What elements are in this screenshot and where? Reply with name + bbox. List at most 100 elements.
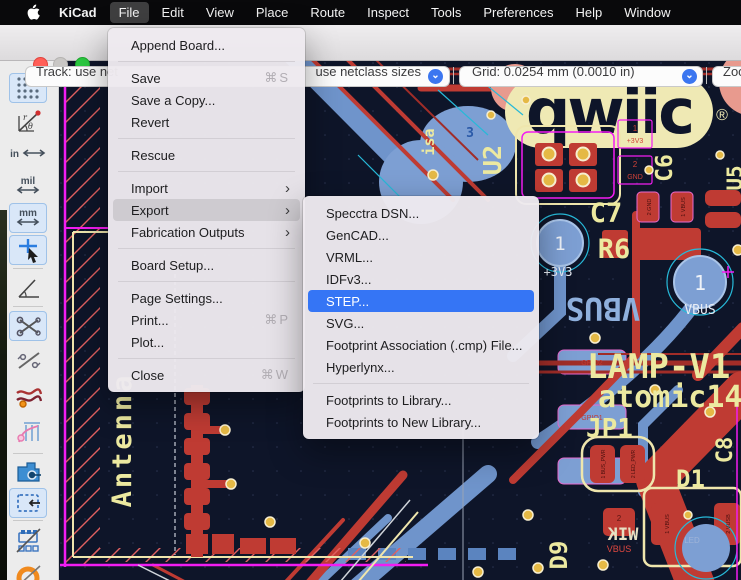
- svg-text:isa: isa: [420, 128, 438, 155]
- menubar-item-preferences[interactable]: Preferences: [474, 2, 562, 23]
- menubar-item-tools[interactable]: Tools: [422, 2, 470, 23]
- menu-item-specctra-dsn[interactable]: Specctra DSN...: [308, 202, 534, 224]
- menu-item-append-board[interactable]: Append Board...: [113, 34, 300, 56]
- menubar-item-place[interactable]: Place: [247, 2, 298, 23]
- svg-text:JP1: JP1: [586, 414, 633, 444]
- cursor-crosshair-icon[interactable]: [9, 235, 47, 265]
- units-mm-icon[interactable]: mm: [9, 203, 47, 233]
- svg-text:3: 3: [466, 126, 474, 141]
- draw-sheet-icon[interactable]: [9, 488, 47, 518]
- submenu-arrow-icon: ›: [285, 203, 290, 218]
- highlight-net-icon[interactable]: [9, 558, 47, 580]
- menu-item-svg[interactable]: SVG...: [308, 312, 534, 334]
- angle-measure-icon[interactable]: [9, 272, 47, 302]
- zoom-select[interactable]: Zoom: [712, 66, 741, 87]
- svg-text:atomic14: atomic14: [598, 380, 741, 415]
- menubar-item-kicad[interactable]: KiCad: [50, 2, 106, 23]
- menu-item-export[interactable]: Export›: [113, 199, 300, 221]
- menubar-item-help[interactable]: Help: [566, 2, 611, 23]
- trim-tracks-icon[interactable]: [9, 311, 47, 341]
- kicad-window: qwiic ® 1 +3V3 2 GND: [0, 0, 741, 580]
- svg-text:D9: D9: [545, 541, 573, 570]
- left-toolbar: r θ in mil mm: [0, 60, 59, 580]
- menubar-item-route[interactable]: Route: [301, 2, 354, 23]
- menubar-item-edit[interactable]: Edit: [153, 2, 193, 23]
- menu-item-hyperlynx[interactable]: Hyperlynx...: [308, 356, 534, 378]
- svg-text:2: 2: [633, 160, 638, 169]
- svg-text:2 LED_PWR: 2 LED_PWR: [631, 449, 637, 478]
- svg-text:θ: θ: [28, 122, 33, 131]
- menu-item-save[interactable]: Save⌘S: [113, 67, 300, 89]
- menu-item-revert[interactable]: Revert: [113, 111, 300, 133]
- zoom-label: Zoom: [723, 66, 741, 79]
- polar-coords-icon[interactable]: r θ: [9, 106, 47, 136]
- svg-text:WIK: WIK: [607, 525, 638, 545]
- svg-text:+3V3: +3V3: [544, 265, 573, 279]
- menubar: KiCad File Edit View Place Route Inspect…: [0, 0, 741, 25]
- svg-text:LED: LED: [684, 536, 700, 545]
- netclass-label: use netclass sizes: [316, 66, 422, 79]
- menubar-item-view[interactable]: View: [197, 2, 243, 23]
- units-mils-icon[interactable]: mil: [9, 171, 47, 201]
- svg-text:1 VBUS: 1 VBUS: [681, 197, 687, 217]
- submenu-arrow-icon: ›: [285, 181, 290, 196]
- svg-text:1: 1: [694, 271, 706, 295]
- svg-text:U2: U2: [478, 145, 507, 175]
- chevron-down-icon[interactable]: ⌄: [428, 69, 443, 84]
- svg-text:+3V3: +3V3: [627, 138, 644, 145]
- svg-text:C8: C8: [713, 437, 738, 464]
- svg-text:D1: D1: [676, 465, 705, 493]
- svg-text:VBUS: VBUS: [607, 544, 632, 554]
- svg-text:VBUS: VBUS: [566, 290, 641, 326]
- svg-text:VBUS: VBUS: [684, 303, 715, 318]
- svg-text:2: 2: [617, 514, 622, 523]
- grid-select[interactable]: Grid: 0.0254 mm (0.0010 in) ⌄: [459, 66, 703, 87]
- menu-item-step[interactable]: STEP...: [308, 290, 534, 312]
- svg-text:1 BUS_PWR: 1 BUS_PWR: [601, 449, 607, 478]
- menu-item-footprints-to-library[interactable]: Footprints to Library...: [308, 389, 534, 411]
- menu-item-import[interactable]: Import›: [113, 177, 300, 199]
- svg-text:1: 1: [554, 233, 565, 255]
- menu-item-gencad[interactable]: GenCAD...: [308, 224, 534, 246]
- delete-track-icon[interactable]: [9, 345, 47, 375]
- show-ratsnest-icon[interactable]: [9, 382, 47, 412]
- curved-ratsnest-icon[interactable]: [9, 417, 47, 447]
- hide-footprints-icon[interactable]: [9, 525, 47, 555]
- svg-text:2 VUSB: 2 VUSB: [726, 514, 732, 534]
- menu-item-save-a-copy[interactable]: Save a Copy...: [113, 89, 300, 111]
- file-menu: Append Board... Save⌘S Save a Copy... Re…: [108, 28, 305, 392]
- svg-text:2 GND: 2 GND: [647, 199, 653, 216]
- svg-text:GND: GND: [627, 174, 643, 181]
- menu-item-rescue[interactable]: Rescue: [113, 144, 300, 166]
- menubar-item-inspect[interactable]: Inspect: [358, 2, 418, 23]
- menu-item-footprint-association[interactable]: Footprint Association (.cmp) File...: [308, 334, 534, 356]
- menubar-item-file[interactable]: File: [110, 2, 149, 23]
- menu-item-plot[interactable]: Plot...: [113, 331, 300, 353]
- chevron-down-icon[interactable]: ⌄: [682, 69, 697, 84]
- svg-text:®: ®: [716, 107, 728, 124]
- menu-item-board-setup[interactable]: Board Setup...: [113, 254, 300, 276]
- svg-text:1 VBUS: 1 VBUS: [665, 514, 671, 534]
- menu-item-fabrication-outputs[interactable]: Fabrication Outputs›: [113, 221, 300, 243]
- svg-text:r: r: [23, 113, 28, 122]
- track-width-label: Track: use net: [36, 66, 118, 79]
- units-inches-icon[interactable]: in: [9, 139, 47, 169]
- menu-item-close[interactable]: Close⌘W: [113, 364, 300, 386]
- svg-text:C6: C6: [652, 154, 678, 182]
- menu-item-print[interactable]: Print...⌘P: [113, 309, 300, 331]
- menu-item-idfv3[interactable]: IDFv3...: [308, 268, 534, 290]
- apple-icon[interactable]: [26, 5, 42, 21]
- menu-item-footprints-to-new-library[interactable]: Footprints to New Library...: [308, 411, 534, 433]
- local-ratsnest-icon[interactable]: [9, 457, 47, 487]
- svg-text:C7: C7: [590, 198, 623, 229]
- mirrored-text: WIK: [607, 525, 638, 545]
- submenu-arrow-icon: ›: [285, 225, 290, 240]
- menubar-item-window[interactable]: Window: [615, 2, 679, 23]
- menu-item-page-settings[interactable]: Page Settings...: [113, 287, 300, 309]
- export-submenu: Specctra DSN... GenCAD... VRML... IDFv3.…: [303, 196, 539, 439]
- svg-text:Antenna: Antenna: [107, 373, 138, 508]
- svg-text:1: 1: [633, 124, 638, 133]
- svg-text:U5: U5: [723, 165, 741, 190]
- grid-label: Grid: 0.0254 mm (0.0010 in): [472, 66, 635, 79]
- menu-item-vrml[interactable]: VRML...: [308, 246, 534, 268]
